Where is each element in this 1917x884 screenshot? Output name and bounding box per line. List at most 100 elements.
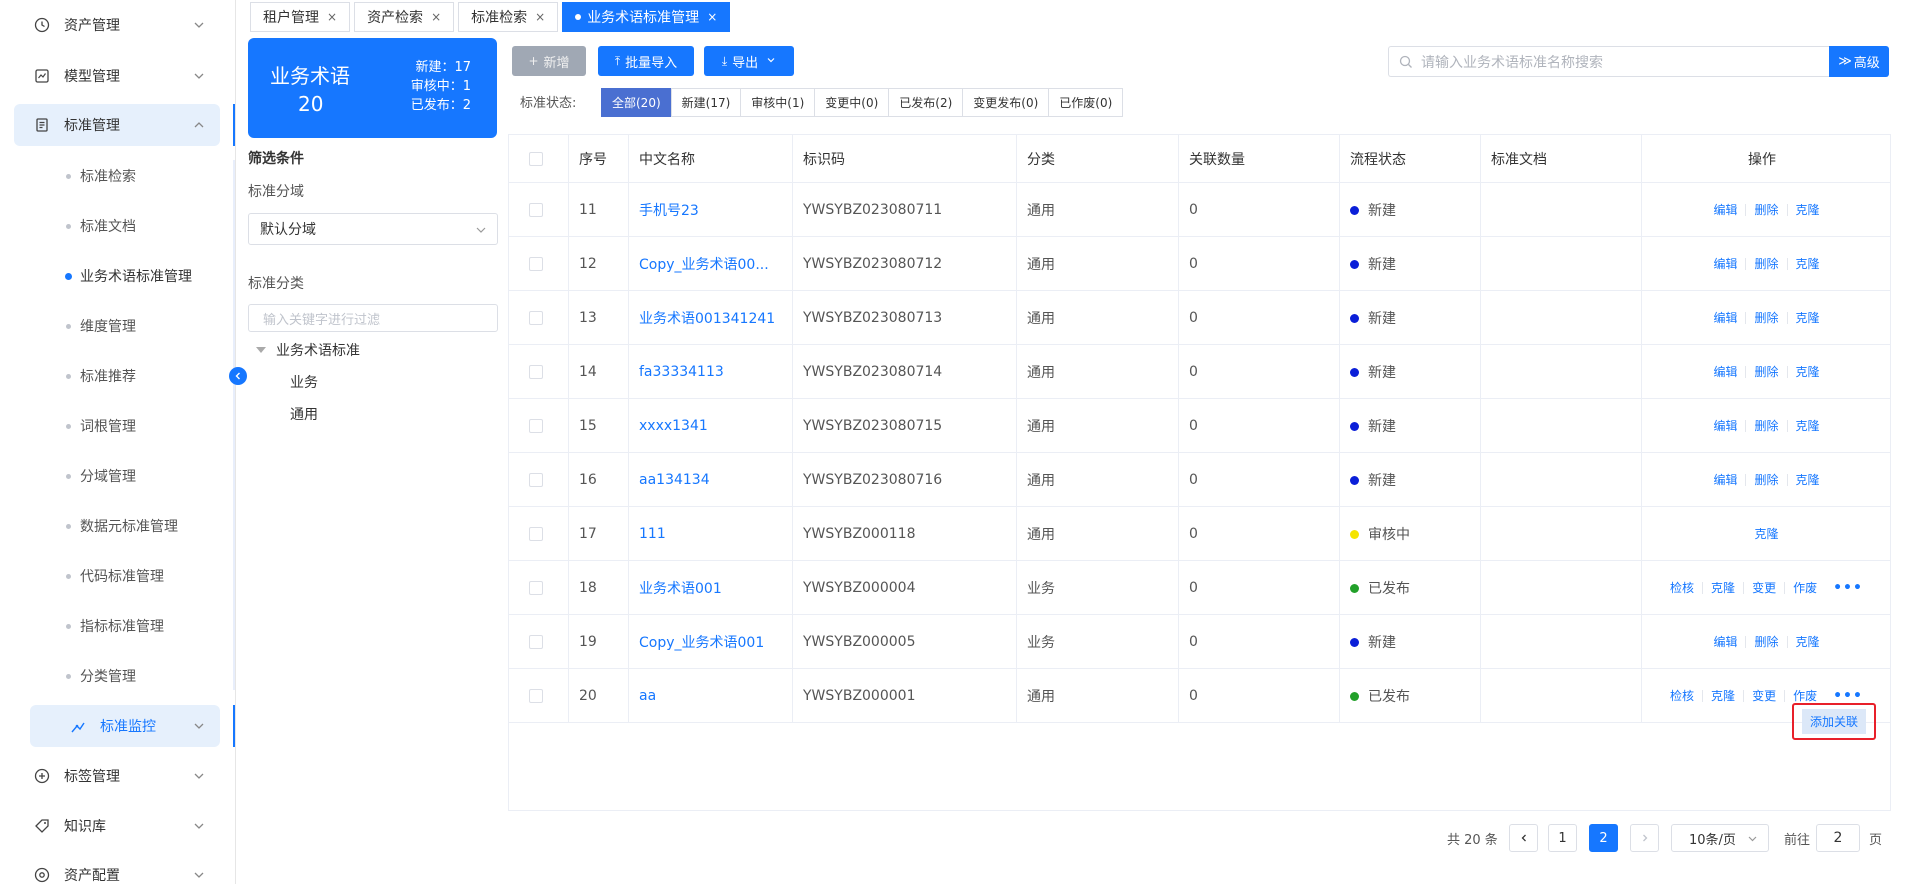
table-row[interactable]: 14 fa33334113 YWSYBZ023080714 通用 0 新建 编辑 删除 克隆 <box>509 345 1890 399</box>
action-change[interactable]: 变更 <box>1743 582 1784 594</box>
action-void[interactable]: 作废 <box>1784 582 1825 594</box>
goto-page-input[interactable]: 2 <box>1816 824 1860 852</box>
page-size-select[interactable]: 10条/页 <box>1671 824 1769 852</box>
checkbox[interactable] <box>529 365 543 379</box>
action-delete[interactable]: 删除 <box>1745 420 1786 432</box>
row-checkbox-cell[interactable] <box>529 399 543 453</box>
sidebar-item-asset-config[interactable]: 资产配置 <box>14 854 220 884</box>
batch-import-button[interactable]: ⤒ 批量导入 <box>598 46 694 76</box>
action-edit[interactable]: 编辑 <box>1705 366 1745 378</box>
tree-node-general[interactable]: 通用 <box>290 404 318 424</box>
table-row[interactable]: 12 Copy_业务术语00... YWSYBZ023080712 通用 0 新建 编辑 删除… <box>509 237 1890 291</box>
sidebar-subitem-category-management[interactable]: 分类管理 <box>14 655 220 697</box>
cell-name-link[interactable]: xxxx1341 <box>639 399 708 453</box>
action-edit[interactable]: 编辑 <box>1705 420 1745 432</box>
more-actions-icon[interactable]: ••• <box>1825 581 1871 595</box>
row-checkbox-cell[interactable] <box>529 183 543 237</box>
more-actions-icon[interactable]: ••• <box>1825 689 1871 703</box>
action-clone[interactable]: 克隆 <box>1702 690 1743 702</box>
row-checkbox-cell[interactable] <box>529 453 543 507</box>
advanced-search-button[interactable]: ≫ 高级 <box>1829 46 1889 77</box>
cell-name-link[interactable]: Copy_业务术语001 <box>639 615 764 669</box>
tree-node-root[interactable]: 业务术语标准 <box>256 340 360 360</box>
action-clone[interactable]: 克隆 <box>1786 258 1828 270</box>
action-delete[interactable]: 删除 <box>1745 204 1786 216</box>
tree-node-business[interactable]: 业务 <box>290 372 318 392</box>
row-checkbox-cell[interactable] <box>529 291 543 345</box>
add-relation-label[interactable]: 添加关联 <box>1801 709 1866 734</box>
checkbox[interactable] <box>529 689 543 703</box>
sidebar-subitem-metric-standard-management[interactable]: 指标标准管理 <box>14 605 220 647</box>
tab-business-term-management[interactable]: 业务术语标准管理 × <box>562 2 731 32</box>
close-icon[interactable]: × <box>431 10 441 24</box>
row-checkbox-cell[interactable] <box>529 345 543 399</box>
table-row[interactable]: 17 111 YWSYBZ000118 通用 0 审核中 克隆 <box>509 507 1890 561</box>
row-checkbox-cell[interactable] <box>529 237 543 291</box>
page-2-button[interactable]: 2 <box>1589 824 1618 852</box>
table-row[interactable]: 19 Copy_业务术语001 YWSYBZ000005 业务 0 新建 编辑 删除 克隆 <box>509 615 1890 669</box>
action-edit[interactable]: 编辑 <box>1705 636 1745 648</box>
status-option-new[interactable]: 新建(17) <box>670 88 742 117</box>
sidebar-item-asset-management[interactable]: 资产管理 <box>14 4 220 46</box>
status-option-changing[interactable]: 变更中(0) <box>814 88 890 117</box>
checkbox[interactable] <box>529 257 543 271</box>
table-row[interactable]: 15 xxxx1341 YWSYBZ023080715 通用 0 新建 编辑 删除 克隆 <box>509 399 1890 453</box>
row-checkbox-cell[interactable] <box>529 507 543 561</box>
action-edit[interactable]: 编辑 <box>1705 312 1745 324</box>
checkbox[interactable] <box>529 311 543 325</box>
action-clone[interactable]: 克隆 <box>1786 366 1828 378</box>
action-clone[interactable]: 克隆 <box>1786 204 1828 216</box>
checkbox[interactable] <box>529 152 543 166</box>
sidebar-item-standard-management[interactable]: 标准管理 <box>14 104 220 146</box>
action-delete[interactable]: 删除 <box>1745 474 1786 486</box>
sidebar-subitem-standard-documents[interactable]: 标准文档 <box>14 205 220 247</box>
cell-name-link[interactable]: 业务术语001 <box>639 561 722 615</box>
sidebar-subitem-domain-management[interactable]: 分域管理 <box>14 455 220 497</box>
action-edit[interactable]: 编辑 <box>1705 204 1745 216</box>
sidebar-subitem-business-term-management[interactable]: 业务术语标准管理 <box>14 255 220 297</box>
action-void[interactable]: 作废 <box>1784 690 1825 702</box>
status-option-published[interactable]: 已发布(2) <box>888 88 964 117</box>
table-row[interactable]: 11 手机号23 YWSYBZ023080711 通用 0 新建 编辑 删除 克隆 <box>509 183 1890 237</box>
status-option-voided[interactable]: 已作废(0) <box>1048 88 1124 117</box>
cell-name-link[interactable]: fa33334113 <box>639 345 724 399</box>
category-filter-input[interactable]: 输入关键字进行过滤 <box>248 304 498 332</box>
status-option-change-published[interactable]: 变更发布(0) <box>962 88 1050 117</box>
action-clone[interactable]: 克隆 <box>1786 636 1828 648</box>
close-icon[interactable]: × <box>327 10 337 24</box>
export-button[interactable]: ⤓ 导出 <box>704 46 794 76</box>
action-delete[interactable]: 删除 <box>1745 312 1786 324</box>
cell-name-link[interactable]: 手机号23 <box>639 183 699 237</box>
checkbox[interactable] <box>529 527 543 541</box>
sidebar-subitem-root-management[interactable]: 词根管理 <box>14 405 220 447</box>
action-check[interactable]: 检核 <box>1662 582 1702 594</box>
tab-tenant-management[interactable]: 租户管理 × <box>250 2 351 32</box>
cell-name-link[interactable]: 业务术语001341241 <box>639 291 775 345</box>
sidebar-subitem-standard-recommendation[interactable]: 标准推荐 <box>14 355 220 397</box>
domain-select[interactable]: 默认分域 <box>248 213 498 245</box>
row-checkbox-cell[interactable] <box>529 615 543 669</box>
table-row[interactable]: 20 aa YWSYBZ000001 通用 0 已发布 检核 克隆 变更 作废 ••• <box>509 669 1890 723</box>
prev-page-button[interactable] <box>1509 824 1538 852</box>
sidebar-item-knowledge-base[interactable]: 知识库 <box>14 805 220 847</box>
checkbox[interactable] <box>529 581 543 595</box>
close-icon[interactable]: × <box>535 10 545 24</box>
action-change[interactable]: 变更 <box>1743 690 1784 702</box>
cell-name-link[interactable]: aa134134 <box>639 453 710 507</box>
search-input[interactable]: 请输入业务术语标准名称搜索 <box>1388 46 1830 77</box>
select-all-checkbox[interactable] <box>529 135 543 183</box>
sidebar-scrollbar[interactable] <box>233 160 235 690</box>
sidebar-item-tag-management[interactable]: 标签管理 <box>14 755 220 797</box>
page-1-button[interactable]: 1 <box>1548 824 1577 852</box>
tab-standard-search[interactable]: 标准检索 × <box>458 2 559 32</box>
sidebar-subitem-data-element-management[interactable]: 数据元标准管理 <box>14 505 220 547</box>
checkbox[interactable] <box>529 635 543 649</box>
cell-name-link[interactable]: 111 <box>639 507 666 561</box>
action-clone[interactable]: 克隆 <box>1786 312 1828 324</box>
checkbox[interactable] <box>529 419 543 433</box>
row-checkbox-cell[interactable] <box>529 669 543 723</box>
sidebar-item-standard-monitor[interactable]: 标准监控 <box>30 705 220 747</box>
table-row[interactable]: 18 业务术语001 YWSYBZ000004 业务 0 已发布 检核 克隆 变更 作废 ••• <box>509 561 1890 615</box>
checkbox[interactable] <box>529 203 543 217</box>
sidebar-subitem-code-standard-management[interactable]: 代码标准管理 <box>14 555 220 597</box>
